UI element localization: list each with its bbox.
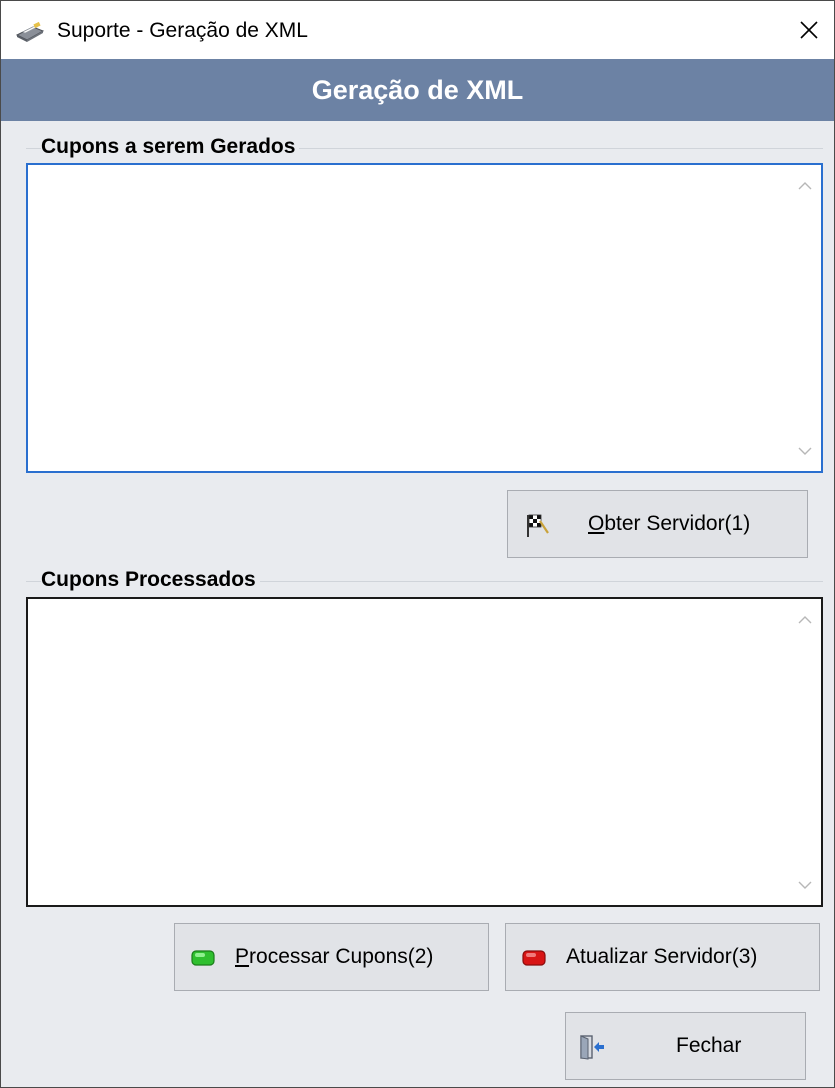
chevron-up-icon	[798, 181, 812, 189]
vertical-scrollbar[interactable]	[789, 599, 821, 905]
checkered-flag-icon	[527, 514, 549, 537]
fechar-button[interactable]: Fechar	[565, 1012, 806, 1080]
window-title: Suporte - Geração de XML	[57, 19, 308, 42]
cupons-processados-list[interactable]	[26, 597, 823, 907]
processar-cupons-label: Processar Cupons(2)	[235, 945, 434, 968]
scroll-down-button[interactable]	[789, 437, 821, 465]
close-icon	[800, 21, 818, 39]
page-title: Geração de XML	[311, 74, 524, 105]
group-title-gerados: Cupons a serem Gerados	[41, 135, 300, 159]
red-led-icon	[522, 950, 546, 966]
atualizar-servidor-button[interactable]: Atualizar Servidor(3)	[505, 923, 820, 991]
exit-door-icon	[580, 1035, 604, 1060]
close-button[interactable]	[784, 1, 834, 59]
group-title-processados: Cupons Processados	[41, 568, 260, 592]
fechar-label: Fechar	[676, 1034, 742, 1057]
atualizar-servidor-label: Atualizar Servidor(3)	[566, 945, 758, 968]
obter-servidor-label: Obter Servidor(1)	[588, 512, 751, 535]
processar-cupons-button[interactable]: Processar Cupons(2)	[174, 923, 489, 991]
chevron-up-icon	[798, 615, 812, 623]
scroll-up-button[interactable]	[789, 171, 821, 199]
chevron-down-icon	[798, 447, 812, 455]
printer-icon	[15, 21, 45, 42]
dialog-window: Suporte - Geração de XML Geração de XML …	[0, 0, 835, 1088]
scroll-up-button[interactable]	[789, 605, 821, 633]
obter-servidor-button[interactable]: Obter Servidor(1)	[507, 490, 808, 558]
green-led-icon	[191, 950, 215, 966]
header-band: Geração de XML	[1, 59, 834, 121]
vertical-scrollbar[interactable]	[789, 165, 821, 471]
chevron-down-icon	[798, 881, 812, 889]
title-bar[interactable]: Suporte - Geração de XML	[1, 1, 834, 59]
cupons-gerados-list[interactable]	[26, 163, 823, 473]
scroll-down-button[interactable]	[789, 871, 821, 899]
